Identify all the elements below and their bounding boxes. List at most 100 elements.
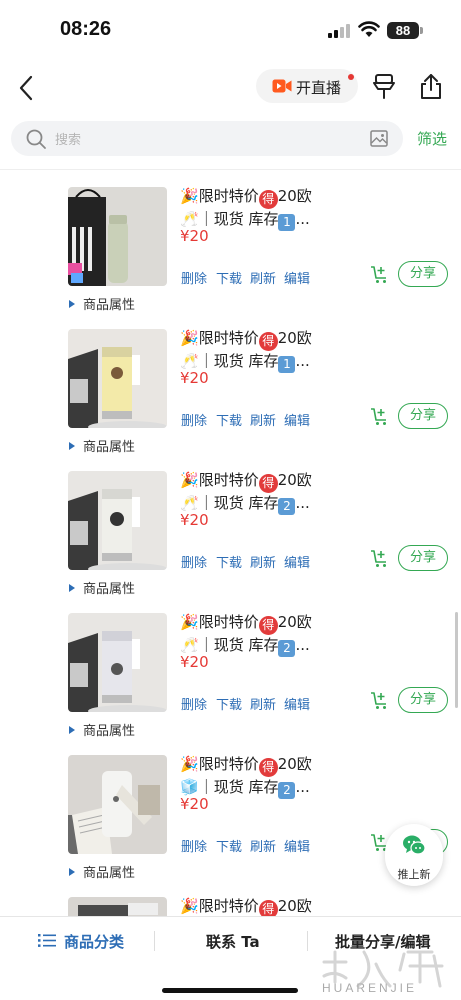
product-price: ¥20 [180,227,209,245]
status-bar: 08:26 88 [0,0,461,60]
triangle-right-icon [69,300,75,308]
image-search-icon[interactable] [370,130,388,147]
back-button[interactable] [14,72,42,104]
refresh-button[interactable]: 刷新 [250,410,276,429]
notification-dot [348,74,354,80]
wechat-icon [403,835,426,855]
deal-badge: 得 [258,900,278,916]
product-image[interactable] [68,187,167,286]
product-title[interactable]: 🎉限时特价得 20欧 [180,896,330,916]
home-indicator[interactable] [162,988,298,993]
edit-button[interactable]: 编辑 [284,268,310,287]
product-title[interactable]: 🎉限时特价得 20欧 🥂｜现货 库存 1... [180,328,330,373]
product-price: ¥20 [180,795,209,813]
tab-divider [307,931,308,951]
push-new-label: 推上新 [397,868,431,881]
stock-badge: 2 [278,782,296,799]
pin-button[interactable] [370,72,398,102]
product-attributes-toggle[interactable]: 商品属性 [69,862,135,881]
wifi-icon [358,21,380,37]
add-cart-icon[interactable] [370,548,390,568]
stock-badge: 1 [278,214,296,231]
tab-category-label: 商品分类 [64,933,125,951]
product-item: 🎉限时特价得 20欧 🥂｜现货 库存 1... ¥20 删除 下载 刷新 编辑 分享 … [0,312,461,455]
product-attributes-toggle[interactable]: 商品属性 [69,294,135,313]
share-icon [421,74,441,99]
edit-button[interactable]: 编辑 [284,694,310,713]
go-live-label: 开直播 [296,79,342,97]
delete-button[interactable]: 删除 [181,552,207,571]
product-item: 🎉限时特价得 20欧 [0,880,461,916]
add-cart-icon[interactable] [370,406,390,426]
triangle-right-icon [69,442,75,450]
delete-button[interactable]: 删除 [181,410,207,429]
battery-cap [420,27,423,34]
triangle-right-icon [69,584,75,592]
product-item: 🎉限时特价得 20欧 🥂｜现货 库存 1... ¥20 删除 下载 刷新 编辑 分享 … [0,170,461,313]
pin-icon [373,74,395,99]
share-top-button[interactable] [418,72,444,102]
search-placeholder: 搜索 [55,133,82,148]
status-time: 08:26 [60,18,112,40]
product-attributes-toggle[interactable]: 商品属性 [69,720,135,739]
product-title[interactable]: 🎉限时特价得 20欧 🥂｜现货 库存 2... [180,470,330,515]
search-icon [26,129,46,149]
video-camera-icon [272,79,292,93]
edit-button[interactable]: 编辑 [284,552,310,571]
product-image[interactable] [68,471,167,570]
download-button[interactable]: 下载 [216,836,242,855]
product-image[interactable] [68,755,167,854]
tab-category[interactable]: 商品分类 [38,931,124,952]
edit-button[interactable]: 编辑 [284,836,310,855]
list-icon [38,934,56,947]
download-button[interactable]: 下载 [216,694,242,713]
deal-badge: 得 [258,616,278,635]
stock-badge: 1 [278,356,296,373]
download-button[interactable]: 下载 [216,410,242,429]
product-image[interactable] [68,897,167,916]
product-price: ¥20 [180,511,209,529]
product-attributes-toggle[interactable]: 商品属性 [69,436,135,455]
triangle-right-icon [69,726,75,734]
delete-button[interactable]: 删除 [181,268,207,287]
deal-badge: 得 [258,474,278,493]
share-button[interactable]: 分享 [398,545,448,571]
product-item: 🎉限时特价得 20欧 🥂｜现货 库存 2... ¥20 删除 下载 刷新 编辑 分享 … [0,596,461,739]
add-cart-icon[interactable] [370,264,390,284]
share-button[interactable]: 分享 [398,403,448,429]
add-cart-icon[interactable] [370,690,390,710]
refresh-button[interactable]: 刷新 [250,552,276,571]
tab-divider [154,931,155,951]
delete-button[interactable]: 删除 [181,694,207,713]
delete-button[interactable]: 删除 [181,836,207,855]
tab-contact[interactable]: 联系 Ta [206,931,260,952]
go-live-button[interactable]: 开直播 [256,69,358,103]
watermark-text: HUARENJIE [322,981,418,995]
triangle-right-icon [69,868,75,876]
share-button[interactable]: 分享 [398,687,448,713]
edit-button[interactable]: 编辑 [284,410,310,429]
refresh-button[interactable]: 刷新 [250,836,276,855]
stock-badge: 2 [278,498,296,515]
product-image[interactable] [68,613,167,712]
refresh-button[interactable]: 刷新 [250,694,276,713]
product-title[interactable]: 🎉限时特价得 20欧 🧊｜现货 库存 2... [180,754,330,799]
product-image[interactable] [68,329,167,428]
share-button[interactable]: 分享 [398,261,448,287]
download-button[interactable]: 下载 [216,268,242,287]
product-title[interactable]: 🎉限时特价得 20欧 🥂｜现货 库存 1... [180,186,330,231]
search-input[interactable]: 搜索 [11,121,403,156]
scrollbar[interactable] [455,612,458,708]
product-list: 🎉限时特价得 20欧 🥂｜现货 库存 1... ¥20 删除 下载 刷新 编辑 分享 … [0,170,461,916]
push-new-button[interactable]: 推上新 [385,824,443,886]
deal-badge: 得 [258,190,278,209]
product-attributes-toggle[interactable]: 商品属性 [69,578,135,597]
download-button[interactable]: 下载 [216,552,242,571]
deal-badge: 得 [258,758,278,777]
product-title[interactable]: 🎉限时特价得 20欧 🥂｜现货 库存 2... [180,612,330,657]
refresh-button[interactable]: 刷新 [250,268,276,287]
stock-badge: 2 [278,640,296,657]
filter-button[interactable]: 筛选 [417,128,447,149]
chevron-left-icon [19,75,33,101]
product-price: ¥20 [180,653,209,671]
